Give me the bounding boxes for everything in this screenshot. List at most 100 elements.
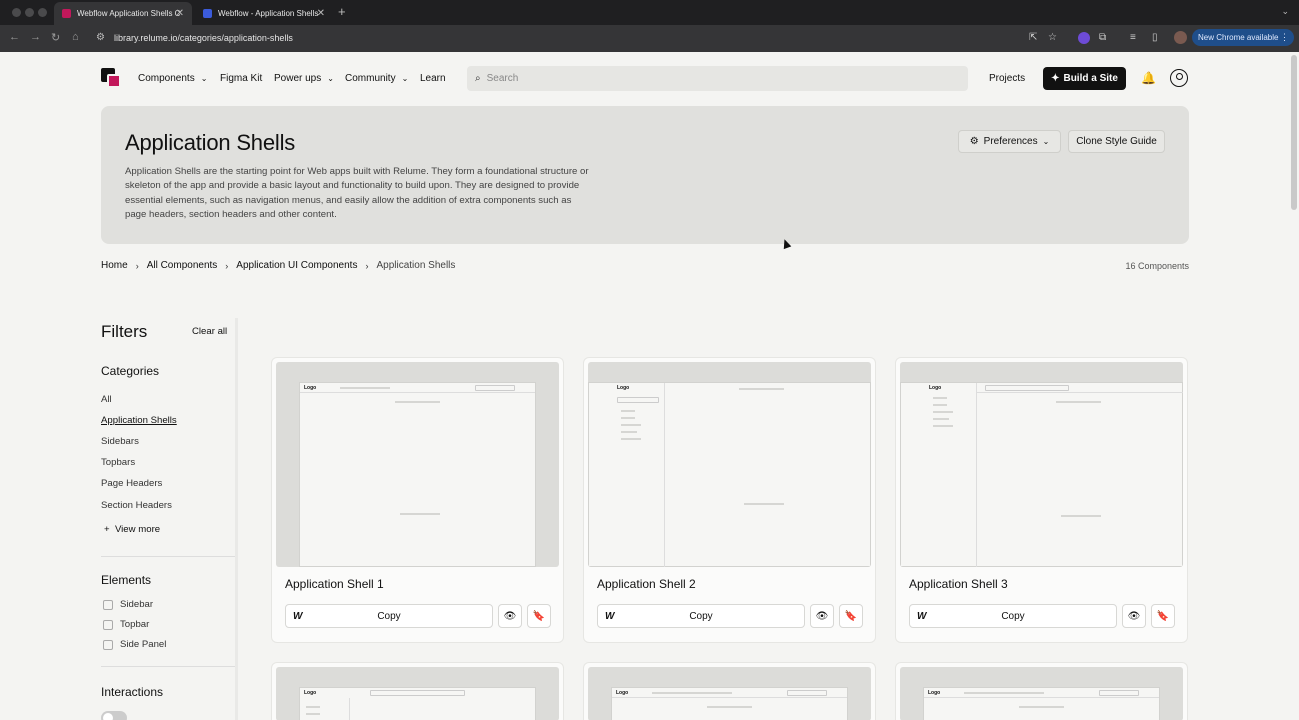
forward-icon[interactable]: → [30,31,41,43]
side-panel-checkbox[interactable] [103,640,113,650]
search-icon: ⌕ [475,73,481,84]
new-chrome-available-badge[interactable]: New Chrome available ⋮ [1192,29,1294,46]
build-a-site-button[interactable]: ✦ Build a Site [1043,67,1126,90]
extensions-puzzle-icon[interactable]: ⧉ [1099,32,1106,43]
topbar-checkbox[interactable] [103,620,113,630]
preview-eye-button[interactable]: 👁 [1122,604,1146,628]
more-menu-icon[interactable]: ⋮ [1280,32,1289,43]
side-panel-icon[interactable]: ▯ [1152,32,1158,43]
copy-button[interactable]: W Copy [909,604,1117,628]
view-more-label: View more [114,524,161,535]
card-title[interactable]: Application Shell 2 [597,577,696,591]
open-in-app-icon[interactable]: ⇱ [1029,32,1037,43]
component-card[interactable]: Logo [271,662,564,720]
component-preview[interactable]: Logo [900,667,1183,720]
category-application-shells[interactable]: Application Shells [101,415,177,426]
close-tab-icon[interactable]: ✕ [317,8,325,19]
extension-icon[interactable] [1078,32,1090,44]
card-title[interactable]: Application Shell 3 [909,577,1008,591]
nav-learn[interactable]: Learn [420,73,446,84]
component-card[interactable]: Logo Application Shell 3 W Copy 👁 🔖 [895,357,1188,643]
browser-tab-1[interactable]: Webflow Application Shells C ✕ [54,2,192,25]
breadcrumb-application-ui[interactable]: Application UI Components [236,260,357,271]
component-card[interactable]: Logo [895,662,1188,720]
card-title[interactable]: Application Shell 1 [285,577,384,591]
home-icon[interactable]: ⌂ [72,31,79,43]
account-avatar-icon[interactable] [1170,69,1188,87]
component-preview[interactable]: Logo [588,667,871,720]
shell-mockup: Logo [611,687,848,720]
bookmark-star-icon[interactable]: ☆ [1048,32,1057,43]
clone-style-guide-button[interactable]: Clone Style Guide [1068,130,1165,153]
view-more-button[interactable]: + View more [104,524,160,535]
page-title: Application Shells [125,130,296,155]
category-hero: Application Shells Application Shells ar… [101,106,1189,244]
nav-power-ups[interactable]: Power ups ⌄ [274,73,334,84]
url-field[interactable]: library.relume.io/categories/application… [114,33,293,43]
nav-community[interactable]: Community ⌄ [345,73,408,84]
component-count: 16 Components [1125,261,1189,271]
back-icon[interactable]: ← [9,31,20,43]
webflow-favicon-icon [203,9,212,18]
bookmark-button[interactable]: 🔖 [839,604,863,628]
interactions-toggle[interactable] [101,711,127,720]
chevron-down-icon: ⌄ [200,74,208,83]
zoom-window-icon[interactable] [38,8,47,17]
chevron-right-icon: › [135,260,139,271]
browser-tab-bar: Webflow Application Shells C ✕ Webflow -… [0,0,1299,25]
webflow-logo-icon: W [293,611,303,622]
sparkle-icon: ✦ [1051,73,1060,84]
nav-figma-kit[interactable]: Figma Kit [220,73,262,84]
topbar-shell-mockup: Logo [299,382,536,567]
component-preview[interactable]: Logo [276,362,559,567]
breadcrumb-home[interactable]: Home [101,260,128,271]
bookmark-icon: 🔖 [532,610,546,622]
category-sidebars[interactable]: Sidebars [101,436,139,447]
page-scrollbar[interactable] [1291,55,1297,210]
copy-button[interactable]: W Copy [597,604,805,628]
component-preview[interactable]: Logo [900,362,1183,567]
tab-search-chevron-icon[interactable]: ⌄ [1281,6,1289,17]
bookmark-button[interactable]: 🔖 [527,604,551,628]
category-section-headers[interactable]: Section Headers [101,500,172,511]
new-tab-icon[interactable]: + [338,4,346,19]
bookmark-button[interactable]: 🔖 [1151,604,1175,628]
nav-components[interactable]: Components ⌄ [138,73,207,84]
chevron-down-icon: ⌄ [401,74,409,83]
build-label: Build a Site [1063,73,1118,84]
minimize-window-icon[interactable] [25,8,34,17]
sidebar-checkbox[interactable] [103,600,113,610]
category-page-headers[interactable]: Page Headers [101,478,162,489]
search-bar[interactable]: ⌕ [467,66,968,91]
browser-tab-2[interactable]: Webflow - Application Shells ✕ [195,2,333,25]
relume-logo[interactable] [101,68,121,88]
preferences-button[interactable]: ⚙ Preferences ⌄ [958,130,1061,153]
preview-eye-button[interactable]: 👁 [810,604,834,628]
shell-mockup: Logo [299,687,536,720]
projects-link[interactable]: Projects [989,73,1025,84]
webflow-logo-icon: W [917,611,927,622]
breadcrumb-all-components[interactable]: All Components [147,260,218,271]
component-preview[interactable]: Logo [276,667,559,720]
close-tab-icon[interactable]: ✕ [176,8,184,19]
notifications-bell-icon[interactable]: 🔔 [1141,71,1156,85]
component-card[interactable]: Logo Application Shell 2 W Copy 👁 🔖 [583,357,876,643]
copy-button[interactable]: W Copy [285,604,493,628]
site-settings-icon[interactable]: ⚙ [96,32,105,43]
breadcrumb: Home › All Components › Application UI C… [101,260,455,271]
reload-icon[interactable]: ↻ [51,31,60,44]
category-all[interactable]: All [101,394,112,405]
media-icon[interactable]: ≡ [1130,32,1136,43]
category-topbars[interactable]: Topbars [101,457,135,468]
component-card[interactable]: Logo Application Shell 1 W Copy 👁 🔖 [271,357,564,643]
clear-all-button[interactable]: Clear all [192,326,227,337]
close-window-icon[interactable] [12,8,21,17]
relume-favicon-icon [62,9,71,18]
profile-avatar[interactable] [1174,31,1187,44]
nav-label: Learn [420,73,446,84]
chevron-down-icon: ⌄ [1042,137,1050,146]
preview-eye-button[interactable]: 👁 [498,604,522,628]
component-card[interactable]: Logo [583,662,876,720]
search-input[interactable] [486,73,927,84]
component-preview[interactable]: Logo [588,362,871,567]
